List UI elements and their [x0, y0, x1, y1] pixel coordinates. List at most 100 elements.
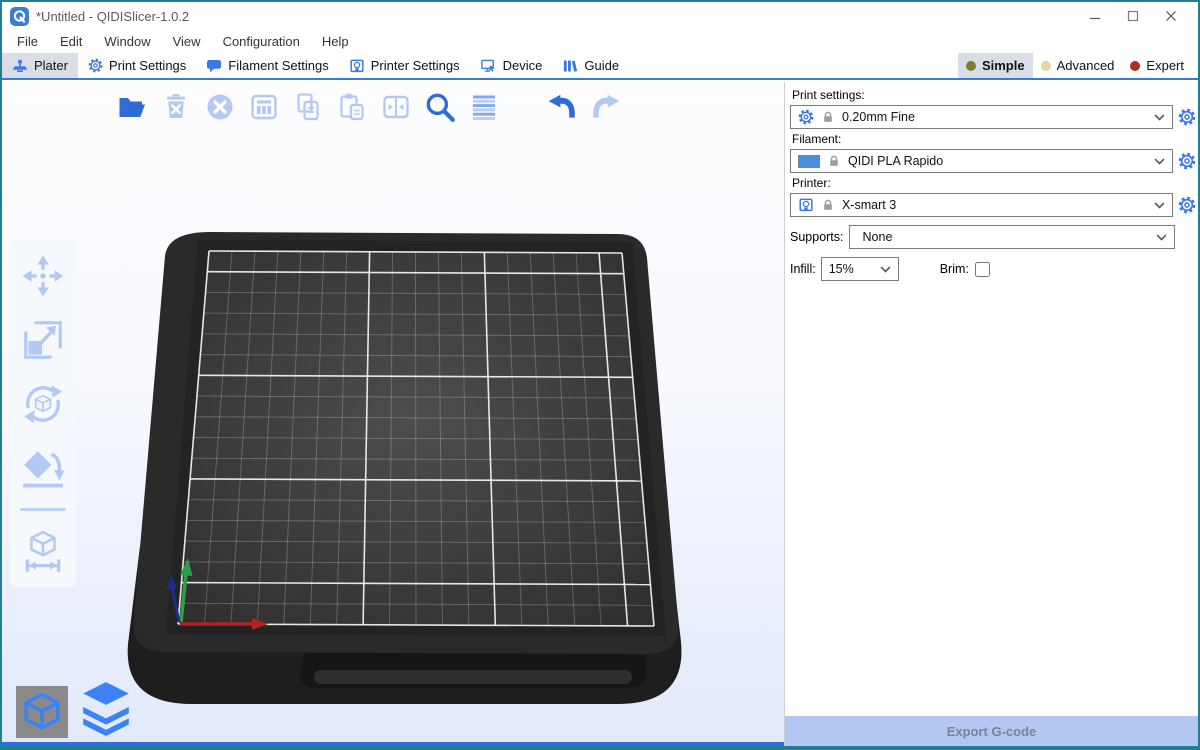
object-manipulation-toolbar	[10, 240, 76, 587]
mode-label: Advanced	[1057, 58, 1115, 73]
menu-edit[interactable]: Edit	[49, 32, 93, 51]
chevron-down-icon	[880, 266, 891, 273]
menu-window[interactable]: Window	[93, 32, 161, 51]
delete-button[interactable]	[158, 88, 194, 126]
print-settings-label: Print settings:	[792, 88, 1196, 103]
split-to-objects-button[interactable]	[378, 88, 414, 126]
gear-icon	[88, 58, 103, 73]
layers-icon	[80, 680, 132, 736]
printer-gear-button[interactable]	[1178, 196, 1196, 214]
minimize-button[interactable]	[1076, 4, 1114, 28]
brim-checkbox[interactable]	[975, 262, 990, 277]
measure-button[interactable]	[19, 527, 67, 575]
viewport-bottom-accent	[2, 742, 784, 746]
filament-bubble-icon	[206, 58, 222, 74]
place-on-face-button[interactable]	[19, 444, 67, 492]
chevron-down-icon	[1156, 234, 1167, 241]
view-mode-toggles	[16, 678, 134, 738]
window-title: *Untitled - QIDISlicer-1.0.2	[36, 9, 189, 24]
mode-switcher: Simple Advanced Expert	[958, 53, 1198, 78]
lock-icon	[821, 110, 835, 124]
menu-file[interactable]: File	[6, 32, 49, 51]
tab-guide[interactable]: Guide	[552, 53, 629, 78]
device-monitor-icon	[480, 58, 497, 74]
supports-value: None	[857, 230, 893, 244]
print-settings-value: 0.20mm Fine	[842, 110, 915, 124]
variable-layer-height-button[interactable]	[466, 88, 502, 126]
print-settings-select[interactable]: 0.20mm Fine	[790, 105, 1173, 129]
simple-dot-icon	[966, 61, 976, 71]
tab-label: Plater	[34, 58, 68, 73]
rotate-button[interactable]	[19, 380, 67, 428]
arrange-button[interactable]	[246, 88, 282, 126]
copy-button[interactable]	[290, 88, 326, 126]
cube-icon	[20, 690, 64, 734]
lock-icon	[827, 154, 841, 168]
settings-sidebar: Print settings: 0.20mm Fine Filament: QI…	[784, 82, 1198, 746]
brim-label: Brim:	[940, 262, 969, 276]
tab-print-settings[interactable]: Print Settings	[78, 53, 196, 78]
editor-3d-view-button[interactable]	[16, 686, 68, 738]
move-button[interactable]	[19, 252, 67, 300]
app-window: *Untitled - QIDISlicer-1.0.2 File Edit W…	[0, 0, 1200, 750]
infill-value: 15%	[829, 262, 854, 276]
toolbar-divider	[20, 508, 66, 511]
tab-filament-settings[interactable]: Filament Settings	[196, 53, 338, 78]
tab-printer-settings[interactable]: Printer Settings	[339, 53, 470, 78]
books-icon	[562, 58, 578, 74]
printer-icon	[349, 58, 365, 74]
delete-all-button[interactable]	[202, 88, 238, 126]
chevron-down-icon	[1154, 158, 1165, 165]
scale-button[interactable]	[19, 316, 67, 364]
gear-icon	[798, 109, 814, 125]
tab-label: Guide	[584, 58, 619, 73]
mode-expert[interactable]: Expert	[1122, 53, 1192, 78]
tab-bar: Plater Print Settings Filament Settings …	[2, 53, 1198, 80]
undo-button[interactable]	[544, 88, 580, 126]
menu-configuration[interactable]: Configuration	[212, 32, 311, 51]
tab-label: Filament Settings	[228, 58, 328, 73]
plater-icon	[12, 58, 28, 74]
printer-label: Printer:	[792, 176, 1196, 191]
chevron-down-icon	[1154, 202, 1165, 209]
printer-icon	[798, 197, 814, 213]
export-gcode-button[interactable]: Export G-code	[785, 716, 1198, 746]
mode-label: Simple	[982, 58, 1025, 73]
close-button[interactable]	[1152, 4, 1190, 28]
mode-label: Expert	[1146, 58, 1184, 73]
preview-layers-view-button[interactable]	[78, 678, 134, 738]
maximize-button[interactable]	[1114, 4, 1152, 28]
print-settings-gear-button[interactable]	[1178, 108, 1196, 126]
mode-simple[interactable]: Simple	[958, 53, 1033, 78]
advanced-dot-icon	[1041, 61, 1051, 71]
chevron-down-icon	[1154, 114, 1165, 121]
title-bar: *Untitled - QIDISlicer-1.0.2	[2, 2, 1198, 30]
supports-select[interactable]: None	[849, 225, 1175, 249]
tab-label: Print Settings	[109, 58, 186, 73]
printer-select[interactable]: X-smart 3	[790, 193, 1173, 217]
mode-advanced[interactable]: Advanced	[1033, 53, 1123, 78]
lock-icon	[821, 198, 835, 212]
open-file-button[interactable]	[114, 88, 150, 126]
filament-value: QIDI PLA Rapido	[848, 154, 943, 168]
tab-device[interactable]: Device	[470, 53, 553, 78]
qidi-logo-icon	[10, 7, 29, 26]
tab-label: Printer Settings	[371, 58, 460, 73]
viewport-3d[interactable]	[2, 82, 784, 746]
tab-label: Device	[503, 58, 543, 73]
infill-select[interactable]: 15%	[821, 257, 899, 281]
paste-button[interactable]	[334, 88, 370, 126]
filament-color-swatch	[798, 155, 820, 168]
print-bed[interactable]	[120, 226, 690, 718]
search-button[interactable]	[422, 88, 458, 126]
menu-bar: File Edit Window View Configuration Help	[2, 30, 1198, 53]
infill-label: Infill:	[790, 262, 816, 276]
redo-button[interactable]	[588, 88, 624, 126]
filament-gear-button[interactable]	[1178, 152, 1196, 170]
printer-value: X-smart 3	[842, 198, 896, 212]
menu-help[interactable]: Help	[311, 32, 360, 51]
expert-dot-icon	[1130, 61, 1140, 71]
tab-plater[interactable]: Plater	[2, 53, 78, 78]
filament-select[interactable]: QIDI PLA Rapido	[790, 149, 1173, 173]
menu-view[interactable]: View	[162, 32, 212, 51]
